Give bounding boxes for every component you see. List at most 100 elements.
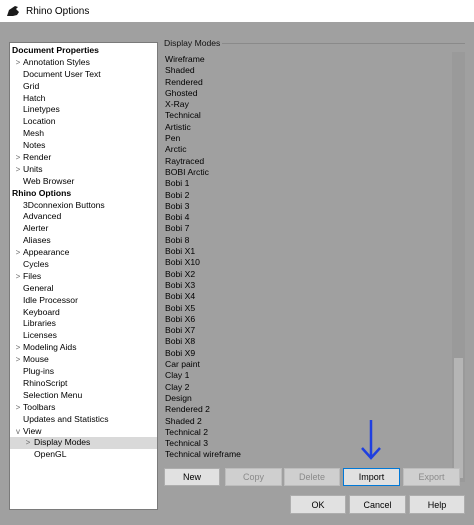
display-mode-item[interactable]: Rendered xyxy=(163,77,465,88)
tree-item[interactable]: Document User Text xyxy=(10,69,157,81)
import-button[interactable]: Import xyxy=(343,468,400,486)
tree-item-label: Rhino Options xyxy=(12,187,72,198)
display-mode-item[interactable]: Shaded xyxy=(163,65,465,76)
tree-item[interactable]: OpenGL xyxy=(10,449,157,461)
scrollbar-thumb[interactable] xyxy=(454,358,463,478)
display-mode-item[interactable]: Arctic xyxy=(163,144,465,155)
display-mode-item[interactable]: Rendered 2 xyxy=(163,404,465,415)
display-mode-item[interactable]: Pen xyxy=(163,133,465,144)
display-mode-item[interactable]: BOBI Arctic xyxy=(163,167,465,178)
display-mode-item[interactable]: Bobi 3 xyxy=(163,201,465,212)
display-mode-item[interactable]: Technical 2 xyxy=(163,427,465,438)
display-mode-item[interactable]: Bobi X9 xyxy=(163,348,465,359)
delete-button[interactable]: Delete xyxy=(284,468,340,486)
display-mode-item[interactable]: Artistic xyxy=(163,122,465,133)
tree-item[interactable]: Selection Menu xyxy=(10,390,157,402)
display-modes-list[interactable]: Wireframe Shaded Rendered Ghosted X-Ray Techn… xyxy=(163,52,465,482)
tree-item[interactable]: > Render xyxy=(10,152,157,164)
tree-item[interactable]: General xyxy=(10,283,157,295)
tree-item-label: Aliases xyxy=(23,235,51,246)
display-mode-item[interactable]: Clay 1 xyxy=(163,370,465,381)
tree-item[interactable]: > Units xyxy=(10,164,157,176)
tree-item[interactable]: > Modeling Aids xyxy=(10,342,157,354)
tree-item[interactable]: Licenses xyxy=(10,330,157,342)
tree-item[interactable]: Alerter xyxy=(10,223,157,235)
chevron-right-icon[interactable]: > xyxy=(24,437,32,449)
display-mode-item[interactable]: Car paint xyxy=(163,359,465,370)
display-mode-item[interactable]: Bobi X7 xyxy=(163,325,465,336)
tree-item[interactable]: Keyboard xyxy=(10,307,157,319)
tree-item[interactable]: > Mouse xyxy=(10,354,157,366)
help-button[interactable]: Help xyxy=(409,495,465,514)
display-mode-item[interactable]: Bobi X8 xyxy=(163,336,465,347)
tree-item[interactable]: 3Dconnexion Buttons xyxy=(10,200,157,212)
cancel-button[interactable]: Cancel xyxy=(349,495,406,514)
tree-item[interactable]: Location xyxy=(10,116,157,128)
display-mode-item[interactable]: Bobi X4 xyxy=(163,291,465,302)
new-button[interactable]: New xyxy=(164,468,220,486)
tree-item[interactable]: > Annotation Styles xyxy=(10,57,157,69)
display-mode-item[interactable]: Bobi X1 xyxy=(163,246,465,257)
display-mode-item[interactable]: X-Ray xyxy=(163,99,465,110)
chevron-right-icon[interactable]: > xyxy=(14,402,22,414)
tree-item-label: Toolbars xyxy=(23,401,56,412)
tree-item[interactable]: Linetypes xyxy=(10,104,157,116)
display-mode-item[interactable]: Technical wireframe xyxy=(163,449,465,460)
chevron-right-icon[interactable]: > xyxy=(14,354,22,366)
display-mode-item[interactable]: Ghosted xyxy=(163,88,465,99)
tree-item[interactable]: Document Properties xyxy=(10,45,157,57)
tree-item[interactable]: Updates and Statistics xyxy=(10,414,157,426)
chevron-right-icon[interactable]: > xyxy=(14,152,22,164)
tree-item[interactable]: Notes xyxy=(10,140,157,152)
display-mode-item[interactable]: Bobi 4 xyxy=(163,212,465,223)
tree-item[interactable]: Cycles xyxy=(10,259,157,271)
options-tree[interactable]: Document Properties > Annotation Styles Doc… xyxy=(9,42,158,510)
tree-item[interactable]: Mesh xyxy=(10,128,157,140)
display-mode-item[interactable]: Technical 3 xyxy=(163,438,465,449)
display-mode-item[interactable]: Bobi X6 xyxy=(163,314,465,325)
tree-item[interactable]: > Display Modes xyxy=(10,437,157,450)
display-mode-item[interactable]: Technical xyxy=(163,110,465,121)
display-mode-item[interactable]: Design xyxy=(163,393,465,404)
tree-item[interactable]: Libraries xyxy=(10,318,157,330)
display-mode-item[interactable]: Bobi X2 xyxy=(163,269,465,280)
display-mode-item[interactable]: Bobi X5 xyxy=(163,303,465,314)
display-mode-item[interactable]: Bobi X3 xyxy=(163,280,465,291)
display-mode-item[interactable]: Wireframe xyxy=(163,54,465,65)
chevron-right-icon[interactable]: > xyxy=(14,342,22,354)
chevron-right-icon[interactable]: > xyxy=(14,57,22,69)
chevron-right-icon[interactable]: > xyxy=(14,271,22,283)
display-mode-item[interactable]: Bobi 8 xyxy=(163,235,465,246)
tree-item[interactable]: v View xyxy=(10,426,157,438)
tree-item[interactable]: Plug-ins xyxy=(10,366,157,378)
tree-item-label: Display Modes xyxy=(34,437,91,448)
display-mode-item[interactable]: Bobi 7 xyxy=(163,223,465,234)
tree-item[interactable]: > Files xyxy=(10,271,157,283)
display-mode-item[interactable]: Bobi 1 xyxy=(163,178,465,189)
ok-button[interactable]: OK xyxy=(290,495,346,514)
tree-item[interactable]: Idle Processor xyxy=(10,295,157,307)
tree-item[interactable]: Aliases xyxy=(10,235,157,247)
chevron-down-icon[interactable]: v xyxy=(14,426,22,438)
display-mode-item[interactable]: Shaded 2 xyxy=(163,416,465,427)
copy-button[interactable]: Copy xyxy=(225,468,282,486)
chevron-right-icon[interactable]: > xyxy=(14,164,22,176)
display-modes-scrollbar[interactable] xyxy=(452,52,465,482)
tree-item[interactable]: Rhino Options xyxy=(10,188,157,200)
display-mode-item[interactable]: Bobi X10 xyxy=(163,257,465,268)
display-mode-item[interactable]: Bobi 2 xyxy=(163,190,465,201)
display-mode-item[interactable]: Clay 2 xyxy=(163,382,465,393)
tree-item-label: Mouse xyxy=(23,354,49,365)
tree-item[interactable]: Hatch xyxy=(10,93,157,105)
tree-item-label: Selection Menu xyxy=(23,389,83,400)
display-mode-item[interactable]: Raytraced xyxy=(163,156,465,167)
tree-item[interactable]: Web Browser xyxy=(10,176,157,188)
tree-item[interactable]: > Appearance xyxy=(10,247,157,259)
tree-item-label: Licenses xyxy=(23,330,57,341)
chevron-right-icon[interactable]: > xyxy=(14,247,22,259)
tree-item[interactable]: RhinoScript xyxy=(10,378,157,390)
export-button[interactable]: Export xyxy=(403,468,460,486)
tree-item[interactable]: Grid xyxy=(10,81,157,93)
tree-item[interactable]: > Toolbars xyxy=(10,402,157,414)
tree-item[interactable]: Advanced xyxy=(10,211,157,223)
